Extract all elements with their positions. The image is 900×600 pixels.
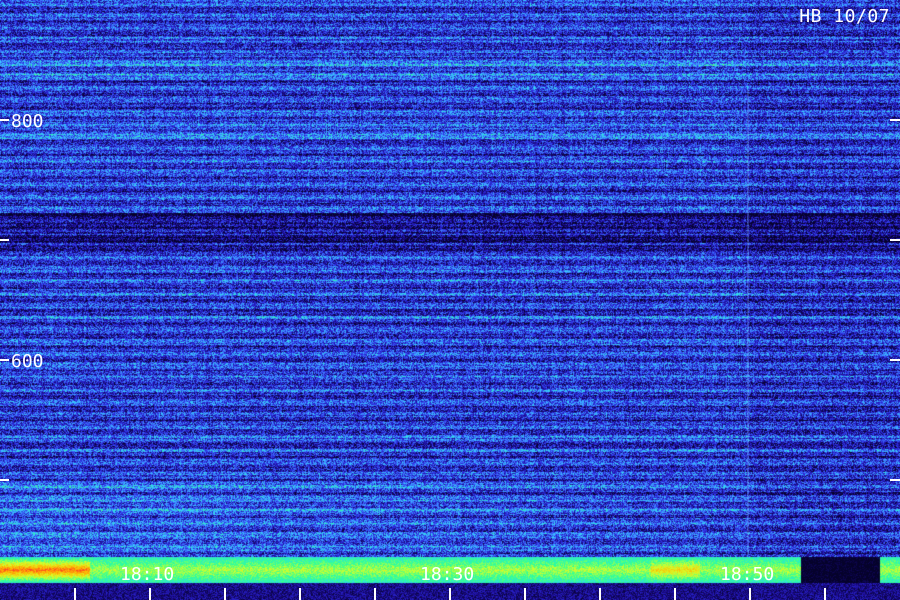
x-tick-label: 18:50 xyxy=(720,564,774,585)
station-date-label: HB 10/07 xyxy=(799,6,890,27)
x-tick-label: 18:10 xyxy=(120,564,174,585)
y-tick-label: 800 xyxy=(11,111,44,132)
x-tick-label: 18:30 xyxy=(420,564,474,585)
y-tick-label: 600 xyxy=(11,351,44,372)
spectrogram-chart: 800 600 18:10 18:30 18:50 HB 10/07 xyxy=(0,0,900,600)
axis-overlay: 800 600 18:10 18:30 18:50 xyxy=(0,90,900,600)
